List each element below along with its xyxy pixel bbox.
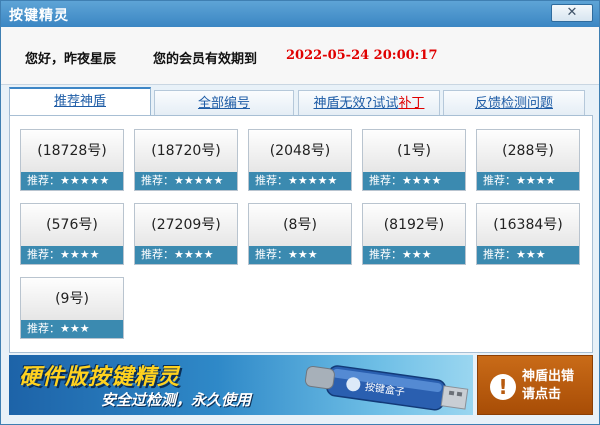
rec-label: 推荐： xyxy=(141,174,174,187)
star-rating: ★★★★ xyxy=(60,248,100,261)
error-button-text: 神盾出错 请点击 xyxy=(522,368,592,404)
tab-label: 神盾无效?试试 xyxy=(313,96,399,111)
usb-dongle-icon: 按键盒子 xyxy=(304,365,469,411)
card-rating: 推荐：★★★ xyxy=(21,320,123,338)
tab-recommended[interactable]: 推荐神盾 xyxy=(9,87,151,117)
rec-label: 推荐： xyxy=(483,174,516,187)
close-icon: ✕ xyxy=(566,5,578,20)
shield-panel: (18728号) 推荐：★★★★★ (18720号) 推荐：★★★★★ (204… xyxy=(9,115,593,353)
card-rating: 推荐：★★★★★ xyxy=(21,172,123,190)
tab-bar: 推荐神盾 全部编号 神盾无效?试试补丁 反馈检测问题 xyxy=(9,87,593,117)
card-rating: 推荐：★★★ xyxy=(249,246,351,264)
shield-card-9[interactable]: (9号) 推荐：★★★ xyxy=(20,277,124,339)
card-number: (288号) xyxy=(477,130,579,172)
expire-date: 2022-05-24 20:00:17 xyxy=(286,48,438,63)
shield-card-8192[interactable]: (8192号) 推荐：★★★ xyxy=(362,203,466,265)
shield-card-16384[interactable]: (16384号) 推荐：★★★ xyxy=(476,203,580,265)
tab-label-red: 补丁 xyxy=(398,96,425,111)
star-rating: ★★★★ xyxy=(174,248,214,261)
tab-patch[interactable]: 神盾无效?试试补丁 xyxy=(298,90,440,116)
card-rating: 推荐：★★★★ xyxy=(477,172,579,190)
card-rating: 推荐：★★★★★ xyxy=(135,172,237,190)
rec-label: 推荐： xyxy=(27,322,60,335)
card-number: (16384号) xyxy=(477,204,579,246)
card-number: (1号) xyxy=(363,130,465,172)
shield-card-576[interactable]: (576号) 推荐：★★★★ xyxy=(20,203,124,265)
card-rating: 推荐：★★★★ xyxy=(21,246,123,264)
star-rating: ★★★★ xyxy=(516,174,556,187)
greeting-text: 您好，昨夜星辰 xyxy=(25,52,117,67)
card-number: (2048号) xyxy=(249,130,351,172)
tab-feedback[interactable]: 反馈检测问题 xyxy=(443,90,585,116)
banner-title: 硬件版按键精灵 xyxy=(19,365,181,390)
tab-label: 推荐神盾 xyxy=(53,94,106,109)
shield-card-288[interactable]: (288号) 推荐：★★★★ xyxy=(476,129,580,191)
card-rating: 推荐：★★★★★ xyxy=(249,172,351,190)
rec-label: 推荐： xyxy=(141,248,174,261)
star-rating: ★★★★★ xyxy=(174,174,224,187)
tab-label: 反馈检测问题 xyxy=(474,96,553,111)
tab-label: 全部编号 xyxy=(197,96,250,111)
window-title: 按键精灵 xyxy=(9,8,69,24)
star-rating: ★★★ xyxy=(288,248,318,261)
shield-error-button[interactable]: ! 神盾出错 请点击 xyxy=(477,355,593,415)
rec-label: 推荐： xyxy=(369,248,402,261)
app-window: 按键精灵 ✕ 您好，昨夜星辰 您的会员有效期到 2022-05-24 20:00… xyxy=(0,0,600,425)
star-rating: ★★★★★ xyxy=(288,174,338,187)
shield-card-2048[interactable]: (2048号) 推荐：★★★★★ xyxy=(248,129,352,191)
error-line1: 神盾出错 xyxy=(522,369,575,384)
shield-card-8[interactable]: (8号) 推荐：★★★ xyxy=(248,203,352,265)
tab-all-numbers[interactable]: 全部编号 xyxy=(154,90,294,116)
shield-card-27209[interactable]: (27209号) 推荐：★★★★ xyxy=(134,203,238,265)
banner-subtitle: 安全过检测，永久使用 xyxy=(101,391,252,409)
greeting-bar: 您好，昨夜星辰 您的会员有效期到 2022-05-24 20:00:17 xyxy=(1,27,599,85)
star-rating: ★★★★★ xyxy=(60,174,110,187)
error-line2: 请点击 xyxy=(522,387,562,402)
card-number: (8192号) xyxy=(363,204,465,246)
card-rating: 推荐：★★★ xyxy=(477,246,579,264)
card-number: (576号) xyxy=(21,204,123,246)
member-label: 您的会员有效期到 xyxy=(153,52,258,67)
shield-card-18720[interactable]: (18720号) 推荐：★★★★★ xyxy=(134,129,238,191)
card-rating: 推荐：★★★★ xyxy=(363,172,465,190)
title-bar: 按键精灵 ✕ xyxy=(1,1,599,27)
exclamation-icon: ! xyxy=(490,374,516,400)
star-rating: ★★★ xyxy=(60,322,90,335)
star-rating: ★★★★ xyxy=(402,174,442,187)
shield-card-1[interactable]: (1号) 推荐：★★★★ xyxy=(362,129,466,191)
card-number: (27209号) xyxy=(135,204,237,246)
card-number: (8号) xyxy=(249,204,351,246)
rec-label: 推荐： xyxy=(369,174,402,187)
rec-label: 推荐： xyxy=(27,174,60,187)
card-rating: 推荐：★★★★ xyxy=(135,246,237,264)
close-button[interactable]: ✕ xyxy=(551,4,593,22)
rec-label: 推荐： xyxy=(483,248,516,261)
card-number: (9号) xyxy=(21,278,123,320)
shield-card-18728[interactable]: (18728号) 推荐：★★★★★ xyxy=(20,129,124,191)
star-rating: ★★★ xyxy=(516,248,546,261)
rec-label: 推荐： xyxy=(255,248,288,261)
star-rating: ★★★ xyxy=(402,248,432,261)
hardware-ad-banner[interactable]: 硬件版按键精灵 安全过检测，永久使用 按键盒子 xyxy=(9,355,473,415)
card-rating: 推荐：★★★ xyxy=(363,246,465,264)
card-number: (18728号) xyxy=(21,130,123,172)
rec-label: 推荐： xyxy=(255,174,288,187)
rec-label: 推荐： xyxy=(27,248,60,261)
card-number: (18720号) xyxy=(135,130,237,172)
